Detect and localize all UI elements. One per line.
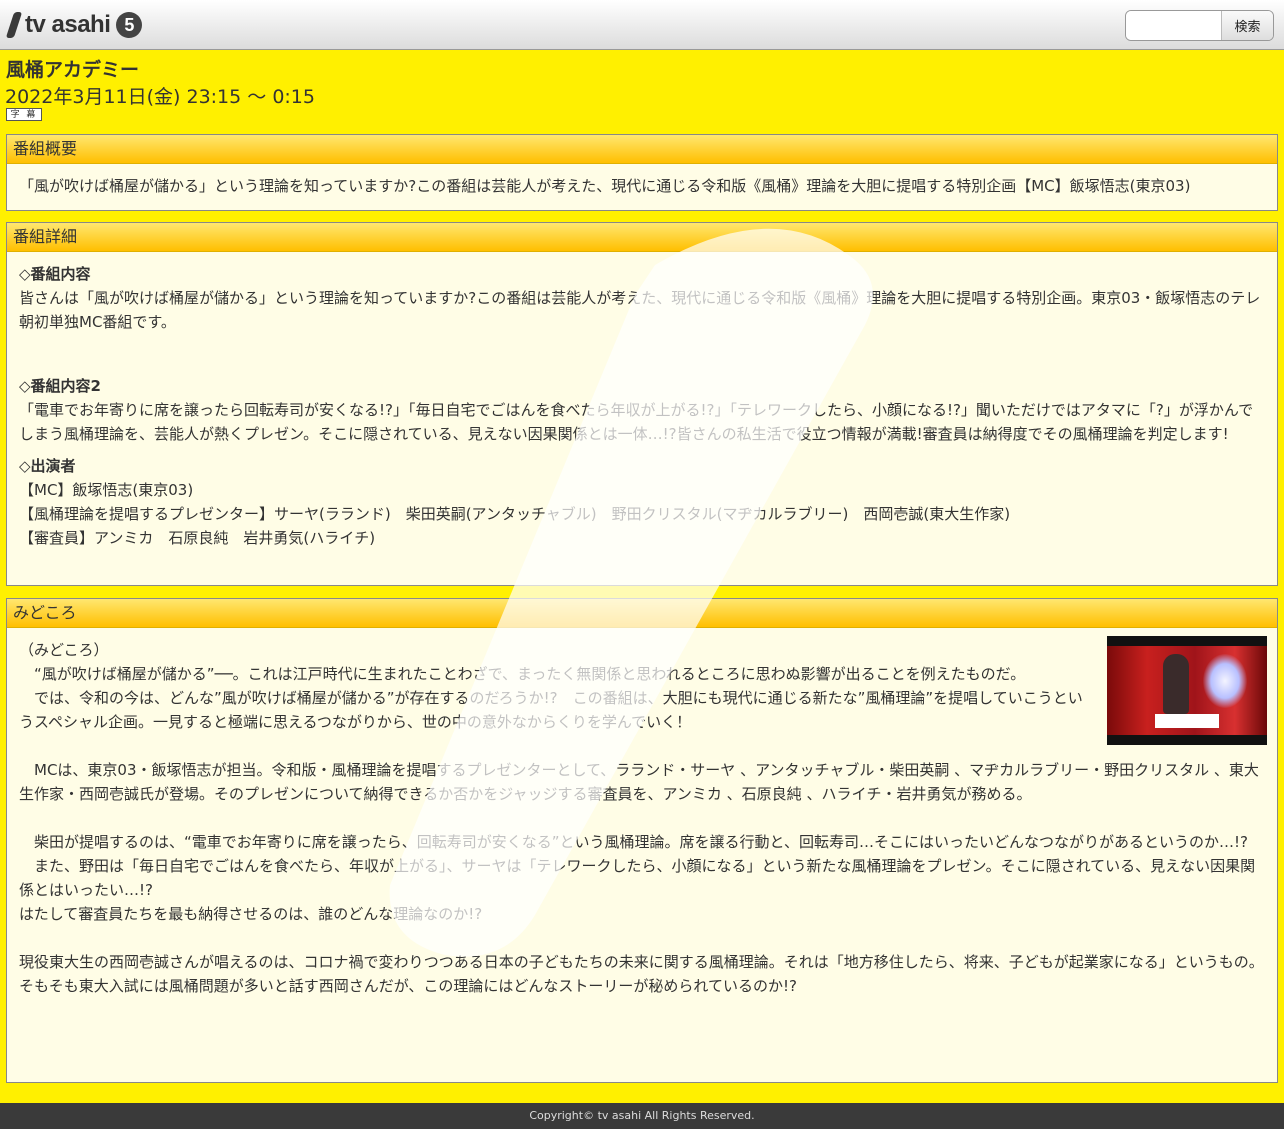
- logo-badge-icon: 5: [116, 12, 143, 38]
- highlights-paragraph: 柴田が提唱するのは、“電車でお年寄りに席を譲ったら、回転寿司が安くなる”という風…: [19, 833, 1248, 851]
- cast-mc: 【MC】飯塚悟志(東京03): [19, 481, 194, 499]
- content2-title: ◇番組内容2: [19, 377, 101, 395]
- copyright-text: Copyright© tv asahi All Rights Reserved.: [529, 1109, 755, 1122]
- details-heading: 番組詳細: [7, 223, 1277, 252]
- site-header: tv asahi 5 検索: [0, 0, 1284, 50]
- highlights-paragraph: （みどころ）: [19, 641, 109, 659]
- highlights-paragraph: [19, 926, 1267, 950]
- broadcast-datetime: 2022年3月11日(金) 23:15 ～ 0:15: [5, 86, 315, 108]
- highlights-paragraph: MCは、東京03・飯塚悟志が担当。令和版・風桶理論を提唱するプレゼンターとして、…: [19, 761, 1259, 803]
- site-footer: Copyright© tv asahi All Rights Reserved.: [0, 1103, 1284, 1129]
- presenter-figure-icon: [1163, 654, 1189, 714]
- highlights-heading: みどころ: [7, 599, 1277, 628]
- logo-text: tv asahi: [25, 11, 111, 38]
- content-text: 皆さんは「風が吹けば桶屋が儲かる」という理論を知っていますか?この番組は芸能人が…: [19, 289, 1261, 331]
- logo-slash-icon: [5, 12, 23, 38]
- program-title: 風桶アカデミー: [6, 59, 140, 81]
- highlights-panel: みどころ （みどころ） “風が吹けば桶屋が儲かる”──。これは江戸時代に生まれた…: [6, 598, 1278, 1083]
- overview-body: 「風が吹けば桶屋が儲かる」という理論を知っていますか?この番組は芸能人が考えた、…: [7, 164, 1277, 208]
- search-button[interactable]: 検索: [1221, 11, 1273, 40]
- overview-text: 「風が吹けば桶屋が儲かる」という理論を知っていますか?この番組は芸能人が考えた、…: [19, 177, 1191, 195]
- cast-title: ◇出演者: [19, 457, 76, 475]
- highlights-paragraph: はたして審査員たちを最も納得させるのは、誰のどんな理論なのか!?: [19, 905, 483, 923]
- search-input[interactable]: [1126, 11, 1221, 40]
- overview-heading: 番組概要: [7, 135, 1277, 164]
- overview-panel: 番組概要 「風が吹けば桶屋が儲かる」という理論を知っていますか?この番組は芸能人…: [6, 134, 1278, 211]
- search-form: 検索: [1125, 10, 1274, 41]
- highlights-paragraph: そもそも東大入試には風桶問題が多いと話す西岡さんだが、この理論にはどんなストーリ…: [19, 977, 797, 995]
- details-body: ◇番組内容 皆さんは「風が吹けば桶屋が儲かる」という理論を知っていますか?この番…: [7, 252, 1277, 560]
- highlights-paragraph: “風が吹けば桶屋が儲かる”──。これは江戸時代に生まれたことわざで、まったく無関…: [19, 665, 1026, 683]
- highlights-body: （みどころ） “風が吹けば桶屋が儲かる”──。これは江戸時代に生まれたことわざで…: [7, 628, 1277, 1008]
- thumbnail-caption-bar: [1155, 714, 1219, 728]
- highlights-paragraph: では、令和の今は、どんな”風が吹けば桶屋が儲かる”が存在するのだろうか!? この…: [19, 689, 1083, 731]
- highlights-paragraph: [19, 734, 1267, 758]
- chandelier-icon: [1203, 654, 1247, 708]
- details-panel: 番組詳細 ◇番組内容 皆さんは「風が吹けば桶屋が儲かる」という理論を知っています…: [6, 222, 1278, 586]
- cast-presenters: 【風桶理論を提唱するプレゼンター】サーヤ(ラランド) 柴田英嗣(アンタッチャブル…: [19, 505, 1011, 523]
- highlights-paragraph: また、野田は「毎日自宅でごはんを食べたら、年収が上がる」、サーヤは「テレワークし…: [19, 857, 1256, 899]
- highlights-paragraph: [19, 806, 1267, 830]
- cast-judges: 【審査員】アンミカ 石原良純 岩井勇気(ハライチ): [19, 529, 376, 547]
- tv-asahi-logo[interactable]: tv asahi 5: [5, 10, 143, 40]
- content-title: ◇番組内容: [19, 265, 91, 283]
- program-thumbnail-image[interactable]: [1107, 636, 1267, 745]
- highlights-paragraph: 現役東大生の西岡壱誠さんが唱えるのは、コロナ禍で変わりつつある日本の子どもたちの…: [19, 953, 1264, 971]
- caption-badge: 字 幕: [6, 108, 42, 121]
- content2-text: 「電車でお年寄りに席を譲ったら回転寿司が安くなる!?」「毎日自宅でごはんを食べた…: [19, 401, 1254, 443]
